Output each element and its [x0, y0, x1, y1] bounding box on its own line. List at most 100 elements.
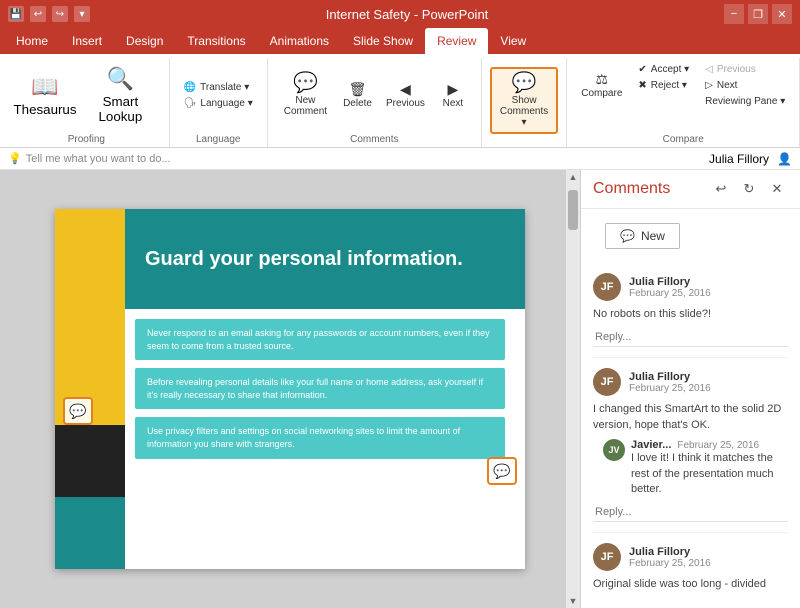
reply-text: I love it! I think it matches the rest o…	[631, 451, 788, 497]
tell-me-input[interactable]: 💡 Tell me what you want to do...	[8, 152, 171, 165]
menu-home[interactable]: Home	[4, 28, 60, 54]
comment-1-author: Julia Fillory	[629, 276, 711, 288]
comment-1-reply-input[interactable]	[593, 328, 788, 347]
accept-icon: ✔	[638, 64, 646, 75]
comment-2-reply-input[interactable]	[593, 503, 788, 522]
menu-bar: Home Insert Design Transitions Animation…	[0, 28, 800, 54]
reply-content: Javier... February 25, 2016 I love it! I…	[631, 439, 788, 503]
comment-3-text: Original slide was too long - divided	[593, 577, 788, 592]
comment-bubble-2[interactable]: 💬	[487, 457, 517, 485]
previous-comment-button[interactable]: ◀ Previous	[380, 78, 431, 113]
language-buttons: 🌐 Translate ▾ 🗣 Language ▾	[178, 58, 259, 132]
accept-button[interactable]: ✔ Accept ▾	[632, 62, 695, 77]
scroll-thumb[interactable]	[568, 190, 578, 230]
reject-button[interactable]: ✖ Reject ▾	[632, 78, 695, 93]
comments-ribbon-group-label: Comments	[276, 132, 473, 147]
ribbon-group-proofing: 📖 Thesaurus 🔍 Smart Lookup Proofing	[4, 58, 170, 147]
reviewing-pane-label: Reviewing Pane ▾	[705, 96, 785, 107]
comments-close-btn[interactable]: ✕	[766, 178, 788, 200]
language-group-label: Language	[178, 132, 259, 147]
ribbon-group-compare: ⚖ Compare ✔ Accept ▾ ✖ Reject ▾ ◁	[567, 58, 800, 147]
black-bar	[55, 425, 125, 497]
main-area: ▲ ▼ Guard your personal information. Nev…	[0, 170, 800, 608]
next-icon: ▶	[448, 82, 459, 96]
comment-thread-3: JF Julia Fillory February 25, 2016 Origi…	[593, 533, 788, 608]
menu-insert[interactable]: Insert	[60, 28, 114, 54]
menu-review[interactable]: Review	[425, 28, 488, 54]
comment-1-avatar: JF	[593, 273, 621, 301]
slide-content: Never respond to an email asking for any…	[135, 319, 505, 559]
delete-label: Delete	[343, 98, 372, 109]
next-change-button[interactable]: ▷ Next	[699, 78, 791, 93]
reject-label: Reject ▾	[651, 80, 687, 91]
menu-view[interactable]: View	[488, 28, 538, 54]
comments-refresh-icon-btn[interactable]: ↻	[738, 178, 760, 200]
new-comment-panel-button[interactable]: 💬 New	[605, 223, 680, 249]
ribbon-group-language: 🌐 Translate ▾ 🗣 Language ▾ Language	[170, 58, 268, 147]
content-text-2: Before revealing personal details like y…	[147, 376, 493, 401]
language-label: Language ▾	[200, 98, 252, 109]
new-comment-panel-label: New	[641, 229, 665, 243]
undo-icon[interactable]: ↩	[30, 6, 46, 22]
slide-header: Guard your personal information.	[125, 209, 525, 309]
window-controls: − ❐ ✕	[724, 4, 792, 24]
previous-label: Previous	[386, 98, 425, 109]
menu-animations[interactable]: Animations	[258, 28, 341, 54]
next-comment-button[interactable]: ▶ Next	[433, 78, 473, 113]
reject-icon: ✖	[638, 80, 646, 91]
comment-2-text: I changed this SmartArt to the solid 2D …	[593, 402, 788, 433]
save-icon[interactable]: 💾	[8, 6, 24, 22]
show-comments-button[interactable]: 💬 ShowComments ▾	[490, 67, 558, 134]
redo-icon[interactable]: ↪	[52, 6, 68, 22]
comment-3-meta: Julia Fillory February 25, 2016	[629, 546, 711, 569]
menu-slide-show[interactable]: Slide Show	[341, 28, 425, 54]
comments-panel-title: Comments	[593, 180, 670, 198]
smart-lookup-label: Smart Lookup	[90, 94, 151, 124]
scroll-down-button[interactable]: ▼	[566, 594, 580, 608]
next-label: Next	[443, 98, 464, 109]
smart-lookup-button[interactable]: 🔍 Smart Lookup	[80, 62, 161, 128]
menu-design[interactable]: Design	[114, 28, 175, 54]
reply-date: February 25, 2016	[677, 440, 759, 451]
customize-icon[interactable]: ▾	[74, 6, 90, 22]
thesaurus-button[interactable]: 📖 Thesaurus	[12, 70, 78, 121]
minimize-button[interactable]: −	[724, 4, 744, 24]
next-change-label: Next	[717, 80, 738, 91]
content-box-2: Before revealing personal details like y…	[135, 368, 505, 409]
menu-transitions[interactable]: Transitions	[175, 28, 257, 54]
language-button[interactable]: 🗣 Language ▾	[178, 96, 259, 111]
share-icon[interactable]: 👤	[777, 152, 792, 166]
comment-2-meta: Julia Fillory February 25, 2016	[629, 371, 711, 394]
compare-button[interactable]: ⚖ Compare	[575, 62, 628, 109]
translate-button[interactable]: 🌐 Translate ▾	[178, 80, 259, 95]
comment-2-header: JF Julia Fillory February 25, 2016	[593, 368, 788, 396]
vertical-scrollbar[interactable]: ▲ ▼	[566, 170, 580, 608]
new-comment-ribbon-button[interactable]: 💬 NewComment	[276, 69, 335, 121]
comments-header-icons: ↩ ↻ ✕	[710, 178, 788, 200]
slide-title: Guard your personal information.	[145, 248, 463, 271]
new-comment-ribbon-label: NewComment	[284, 95, 327, 117]
comment-2-date: February 25, 2016	[629, 383, 711, 394]
reviewing-pane-button[interactable]: Reviewing Pane ▾	[699, 94, 791, 109]
delete-comment-button[interactable]: 🗑 Delete	[337, 78, 378, 113]
proofing-buttons: 📖 Thesaurus 🔍 Smart Lookup	[12, 58, 161, 132]
comments-list: JF Julia Fillory February 25, 2016 No ro…	[581, 263, 800, 608]
comment-1-header: JF Julia Fillory February 25, 2016	[593, 273, 788, 301]
ribbon: 📖 Thesaurus 🔍 Smart Lookup Proofing 🌐 Tr…	[0, 54, 800, 148]
translate-label: Translate ▾	[200, 82, 249, 93]
comments-reply-icon-btn[interactable]: ↩	[710, 178, 732, 200]
comments-panel: Comments ↩ ↻ ✕ 💬 New JF Julia Fillory Fe	[580, 170, 800, 608]
reply-avatar: JV	[603, 439, 625, 461]
previous-change-button: ◁ Previous	[699, 62, 791, 77]
comment-1-meta: Julia Fillory February 25, 2016	[629, 276, 711, 299]
translate-icon: 🌐	[184, 82, 196, 93]
restore-button[interactable]: ❐	[748, 4, 768, 24]
comment-thread-1: JF Julia Fillory February 25, 2016 No ro…	[593, 263, 788, 358]
language-small-group: 🌐 Translate ▾ 🗣 Language ▾	[178, 80, 259, 111]
scroll-up-button[interactable]: ▲	[566, 170, 580, 184]
close-button[interactable]: ✕	[772, 4, 792, 24]
comment-bubble-1[interactable]: 💬	[63, 397, 93, 425]
show-comments-group-label	[490, 143, 558, 147]
prev-change-label: Previous	[717, 64, 756, 75]
comment-2-author: Julia Fillory	[629, 371, 711, 383]
